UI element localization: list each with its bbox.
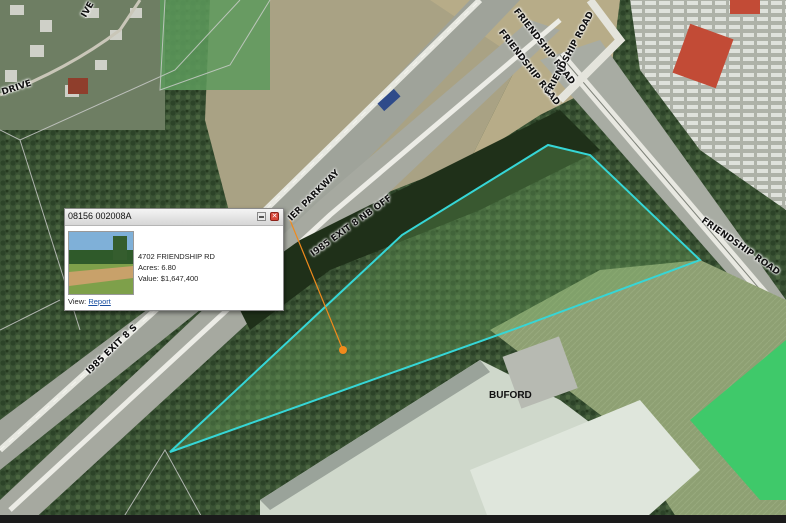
minimize-icon[interactable] [257,212,266,221]
popup-view-row: View: Report [68,297,111,306]
status-bar [0,515,786,523]
parcel-centroid-marker [339,346,347,354]
parcel-acres: Acres: 6.80 [138,263,176,272]
parcel-info-popup[interactable]: 08156 002008A ✕ 4702 FRIENDSHIP RD Acres… [64,208,284,311]
popup-title: 08156 002008A [68,211,132,221]
popup-header: 08156 002008A ✕ [65,209,283,226]
parcel-photo [68,231,134,295]
parcel-address: 4702 FRIENDSHIP RD [138,252,215,261]
parcel-value: Value: $1,647,400 [138,274,199,283]
parcel-details: 4702 FRIENDSHIP RD Acres: 6.80 Value: $1… [138,251,215,284]
close-icon[interactable]: ✕ [270,212,279,221]
view-label: View: [68,297,87,306]
report-link[interactable]: Report [88,297,111,306]
map-view[interactable]: FRIENDSHIP ROAD FRIENDSHIP ROAD FRIENDSH… [0,0,786,523]
city-label: BUFORD [489,390,532,401]
